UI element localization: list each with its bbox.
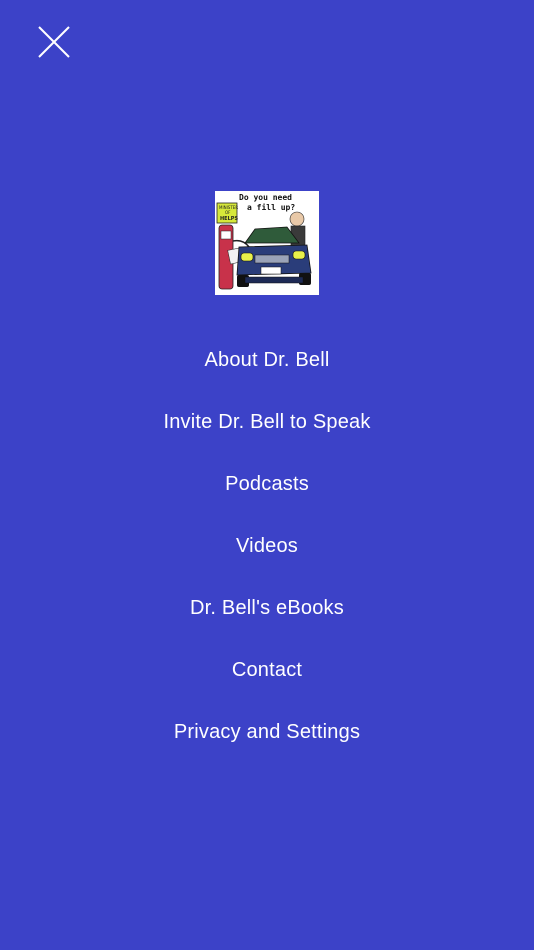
menu-item-invite-to-speak[interactable]: Invite Dr. Bell to Speak	[0, 391, 534, 453]
app-logo: Do you need a fill up? MINISTER OF HELPS	[215, 191, 319, 295]
menu-item-ebooks[interactable]: Dr. Bell's eBooks	[0, 577, 534, 639]
logo-sign-line3: HELPS	[220, 216, 238, 222]
menu-item-videos[interactable]: Videos	[0, 515, 534, 577]
menu-item-podcasts[interactable]: Podcasts	[0, 453, 534, 515]
navigation-menu: About Dr. Bell Invite Dr. Bell to Speak …	[0, 329, 534, 763]
logo-sign-line2: OF	[225, 210, 231, 215]
logo-caption-line1: Do you need	[239, 193, 292, 202]
logo-caption-line2: a fill up?	[247, 202, 295, 212]
menu-item-contact[interactable]: Contact	[0, 639, 534, 701]
close-icon	[38, 26, 70, 58]
menu-item-about[interactable]: About Dr. Bell	[0, 329, 534, 391]
menu-item-privacy-settings[interactable]: Privacy and Settings	[0, 701, 534, 763]
close-button[interactable]	[37, 25, 71, 59]
